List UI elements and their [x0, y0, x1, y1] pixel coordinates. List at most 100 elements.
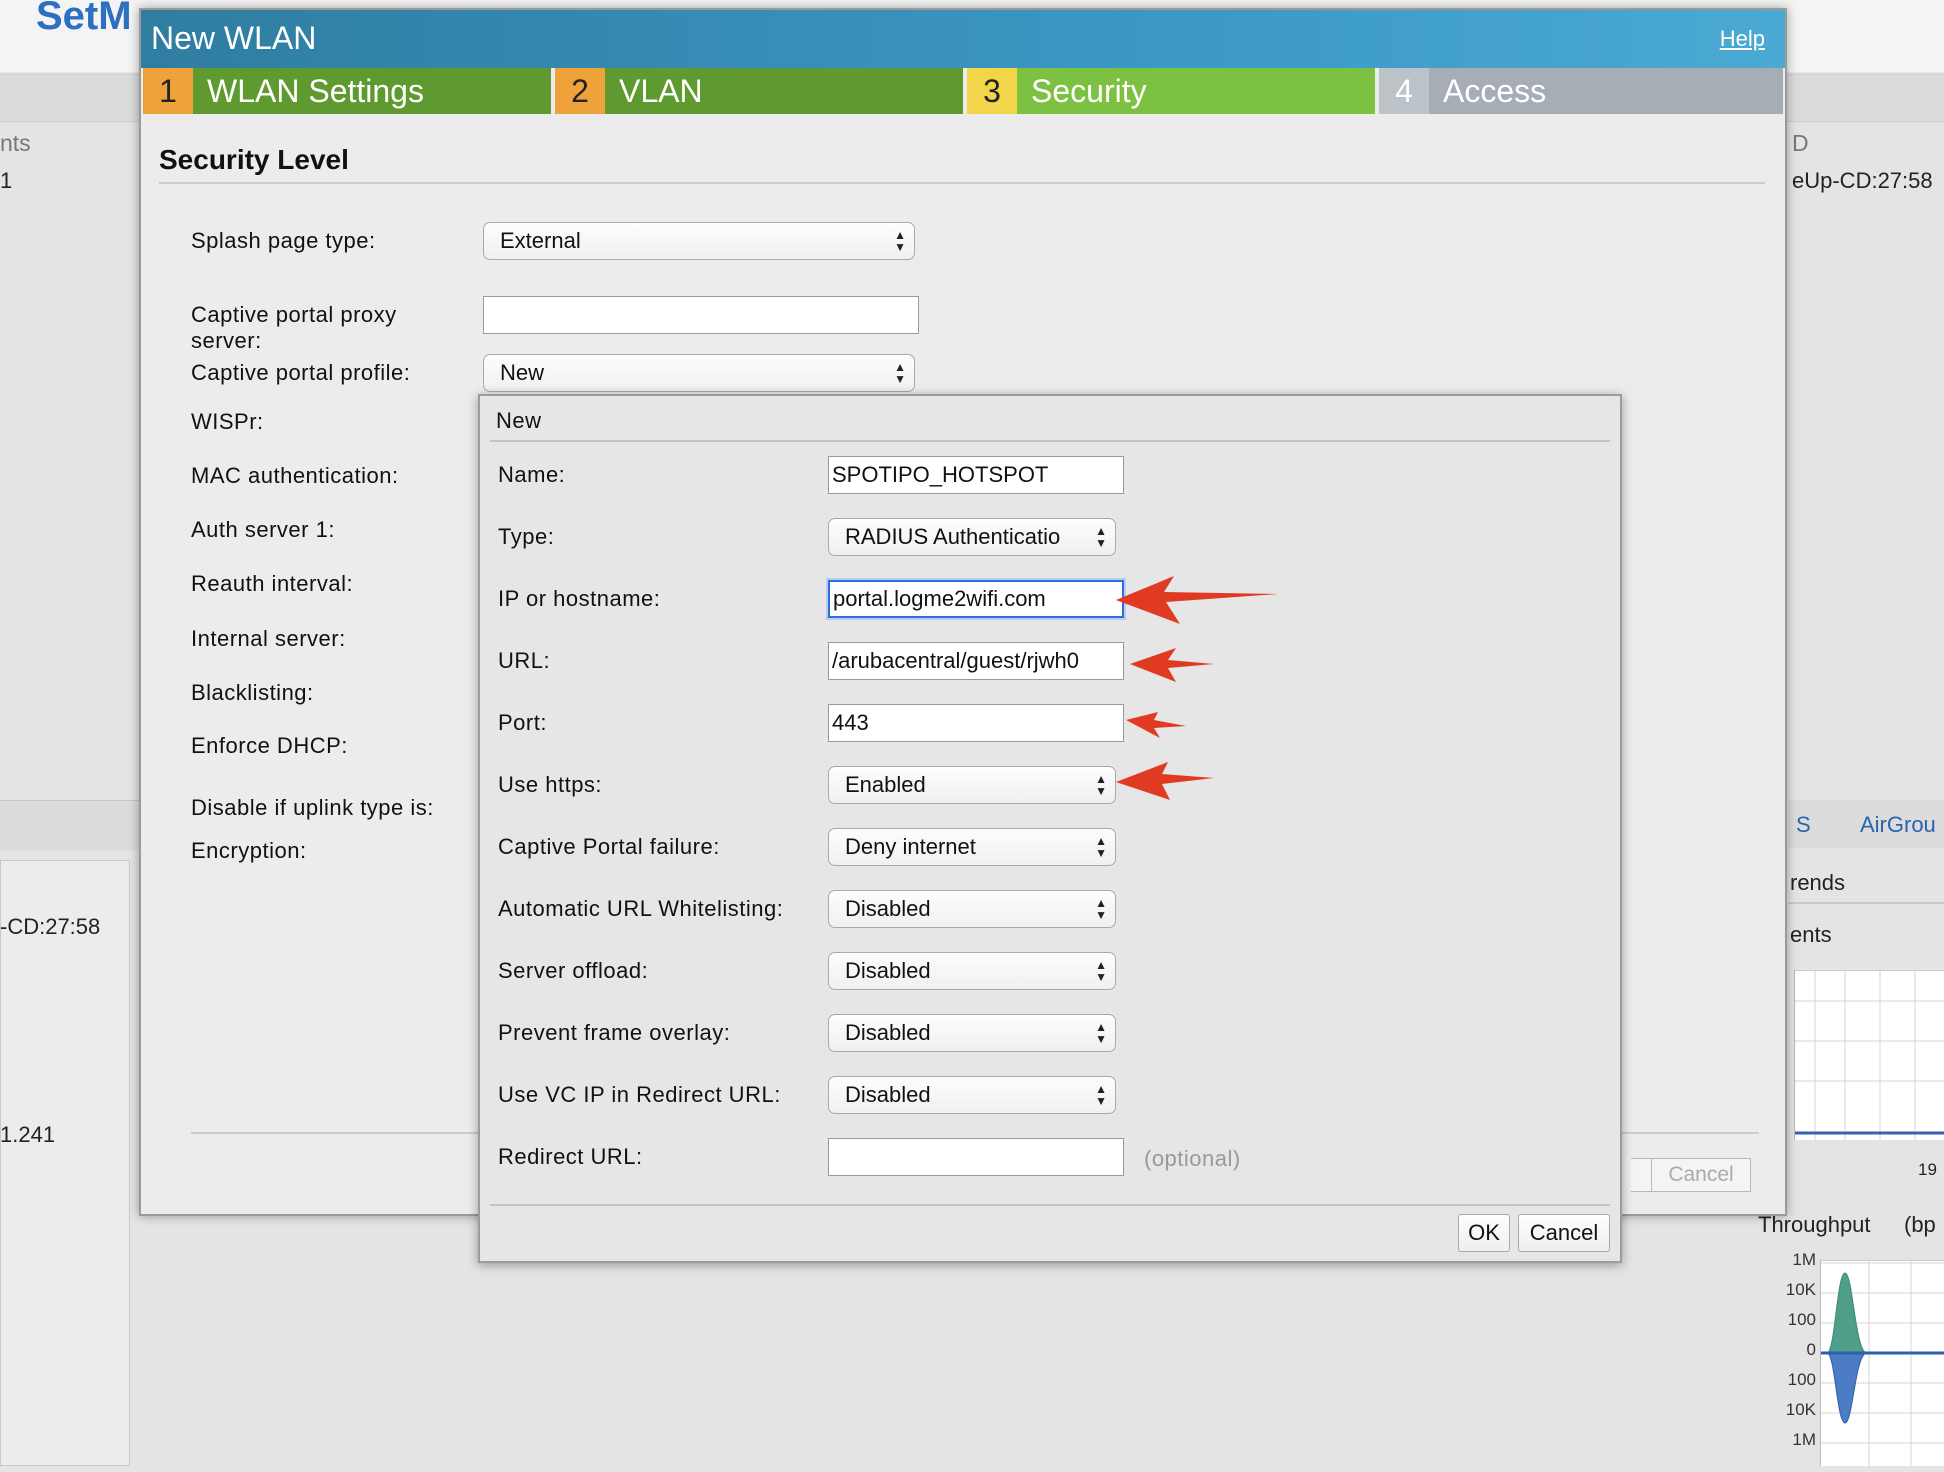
url-whitelisting-label: Automatic URL Whitelisting:	[498, 896, 784, 921]
background-right-tab[interactable]: S	[1796, 812, 1811, 838]
portal-profile-select[interactable]: New ▲ ▼	[483, 354, 915, 392]
red-arrow-icon	[1116, 576, 1278, 624]
url-input[interactable]: /arubacentral/guest/rjwh0	[828, 642, 1124, 680]
updown-chevron-icon: ▲ ▼	[1095, 896, 1107, 922]
frame-overlay-select[interactable]: Disabled ▲ ▼	[828, 1014, 1116, 1052]
vc-ip-redirect-value: Disabled	[845, 1082, 931, 1107]
background-left-ip: 1.241	[0, 1122, 56, 1147]
redirect-url-hint: (optional)	[1144, 1146, 1241, 1171]
splash-type-value: External	[500, 228, 581, 253]
throughput-tick-label: 100	[1787, 1370, 1816, 1389]
internal-server-label: Internal server:	[191, 626, 346, 651]
use-https-select[interactable]: Enabled ▲ ▼	[828, 766, 1116, 804]
url-whitelisting-select[interactable]: Disabled ▲ ▼	[828, 890, 1116, 928]
background-right-divider	[1788, 902, 1944, 904]
portal-profile-dialog: New Name: SPOTIPO_HOTSPOT Type: RADIUS A…	[478, 394, 1622, 1263]
updown-chevron-icon: ▲ ▼	[1095, 1020, 1107, 1046]
section-divider	[159, 182, 1765, 184]
redirect-url-input[interactable]	[828, 1138, 1124, 1176]
portal-failure-value: Deny internet	[845, 834, 976, 859]
url-label: URL:	[498, 648, 551, 673]
portal-profile-value: New	[500, 360, 545, 385]
use-https-label: Use https:	[498, 772, 603, 797]
uplink-type-label: Disable if uplink type is:	[191, 795, 434, 820]
step-label: Access	[1429, 68, 1783, 114]
step-number: 1	[143, 68, 193, 114]
step-number: 3	[967, 68, 1017, 114]
updown-chevron-icon: ▲ ▼	[1095, 524, 1107, 550]
background-airgroup-tab[interactable]: AirGrou	[1860, 812, 1936, 838]
encryption-label: Encryption:	[191, 838, 307, 863]
updown-chevron-icon: ▲ ▼	[1095, 772, 1107, 798]
clients-chart-grid	[1795, 971, 1944, 1141]
name-label: Name:	[498, 462, 566, 487]
background-left-subbar	[0, 800, 139, 850]
enforce-dhcp-label: Enforce DHCP:	[191, 733, 348, 758]
dialog-title: New WLAN	[151, 20, 317, 56]
updown-chevron-icon: ▲ ▼	[1095, 1082, 1107, 1108]
step-vlan[interactable]: 2 VLAN	[555, 68, 963, 114]
blacklisting-label: Blacklisting:	[191, 680, 314, 705]
splash-type-select[interactable]: External ▲ ▼	[483, 222, 915, 260]
name-input[interactable]: SPOTIPO_HOTSPOT	[828, 456, 1124, 494]
type-value: RADIUS Authenticatio	[845, 524, 1061, 549]
throughput-tick-labels: 1M 10K 100 0 100 10K 1M	[1756, 1250, 1820, 1466]
ip-hostname-input[interactable]: portal.logme2wifi.com	[828, 580, 1124, 618]
frame-overlay-value: Disabled	[845, 1020, 931, 1045]
background-clients-axis-tail: 19	[1918, 1160, 1937, 1179]
red-arrow-icon	[1130, 648, 1214, 682]
throughput-rx-peak	[1826, 1272, 1868, 1354]
updown-chevron-icon: ▲ ▼	[1095, 834, 1107, 860]
wlan-cancel-button[interactable]: Cancel	[1651, 1158, 1751, 1192]
portal-failure-label: Captive Portal failure:	[498, 834, 720, 859]
ip-hostname-label: IP or hostname:	[498, 586, 661, 611]
background-trends-label: rends	[1790, 870, 1846, 895]
background-right-device: eUp-CD:27:58	[1792, 168, 1933, 193]
use-https-value: Enabled	[845, 772, 926, 797]
background-app-title: SetM	[36, 0, 132, 38]
background-clients-chart	[1794, 970, 1944, 1141]
throughput-chart	[1820, 1260, 1944, 1467]
profile-dialog-title: New	[496, 408, 542, 433]
mac-auth-label: MAC authentication:	[191, 463, 399, 488]
splash-type-label: Splash page type:	[191, 228, 376, 253]
wizard-steps: 1 WLAN Settings 2 VLAN 3 Security 4 Acce…	[143, 68, 1783, 114]
redirect-url-label: Redirect URL:	[498, 1144, 643, 1169]
updown-chevron-icon: ▲ ▼	[894, 360, 906, 386]
ok-button[interactable]: OK	[1458, 1214, 1510, 1252]
help-link[interactable]: Help	[1720, 26, 1765, 52]
step-label: VLAN	[605, 68, 963, 114]
portal-failure-select[interactable]: Deny internet ▲ ▼	[828, 828, 1116, 866]
vc-ip-redirect-select[interactable]: Disabled ▲ ▼	[828, 1076, 1116, 1114]
background-left-device: -CD:27:58	[0, 914, 101, 939]
type-label: Type:	[498, 524, 555, 549]
throughput-chart-svg	[1821, 1261, 1944, 1467]
throughput-unit: (bp	[1904, 1212, 1936, 1237]
url-whitelisting-value: Disabled	[845, 896, 931, 921]
server-offload-value: Disabled	[845, 958, 931, 983]
proxy-server-input[interactable]	[483, 296, 919, 334]
throughput-tick-label: 100	[1787, 1310, 1816, 1329]
background-right-col-header: D	[1792, 130, 1809, 156]
type-select[interactable]: RADIUS Authenticatio ▲ ▼	[828, 518, 1116, 556]
server-offload-select[interactable]: Disabled ▲ ▼	[828, 952, 1116, 990]
throughput-tick-label: 0	[1806, 1340, 1816, 1359]
profile-cancel-button[interactable]: Cancel	[1518, 1214, 1610, 1252]
portal-profile-label: Captive portal profile:	[191, 360, 411, 385]
step-security[interactable]: 3 Security	[967, 68, 1375, 114]
background-left-panel	[0, 860, 130, 1466]
dialog-header: New WLAN Help	[141, 10, 1785, 68]
step-number: 4	[1379, 68, 1429, 114]
throughput-tick-label: 1M	[1792, 1250, 1816, 1269]
background-left-col-header: nts	[0, 130, 31, 156]
step-wlan-settings[interactable]: 1 WLAN Settings	[143, 68, 551, 114]
step-label: WLAN Settings	[193, 68, 551, 114]
step-number: 2	[555, 68, 605, 114]
auth-server-label: Auth server 1:	[191, 517, 335, 542]
section-title: Security Level	[159, 144, 349, 175]
profile-dialog-footer-divider	[490, 1204, 1610, 1206]
port-input[interactable]: 443	[828, 704, 1124, 742]
throughput-tick-label: 1M	[1792, 1430, 1816, 1449]
port-label: Port:	[498, 710, 547, 735]
step-access[interactable]: 4 Access	[1379, 68, 1783, 114]
